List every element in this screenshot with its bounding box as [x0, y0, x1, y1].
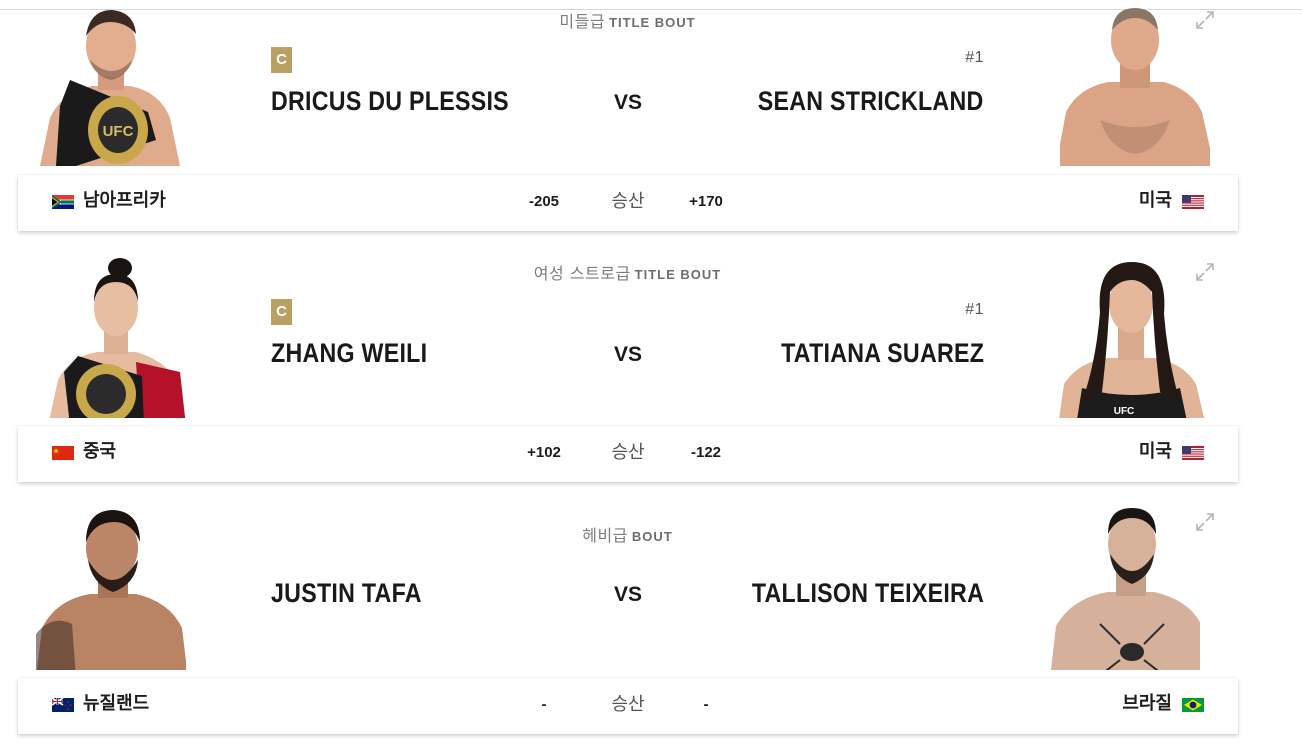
bout-type: BOUT: [631, 529, 673, 544]
odds-bar: 뉴질랜드 - 승산 - 브라질: [18, 678, 1238, 734]
red-odds: -205: [528, 193, 560, 210]
red-country: 남아프리카: [83, 190, 166, 211]
blue-country: 미국: [1138, 441, 1172, 462]
blue-corner-photo[interactable]: [1060, 0, 1210, 166]
blue-country: 미국: [1138, 190, 1172, 211]
bout-type: TITLE BOUT: [609, 15, 696, 30]
red-fighter-name[interactable]: DRICUS DU PLESSIS: [271, 86, 509, 117]
bout-type: TITLE BOUT: [634, 267, 722, 282]
blue-rank: #1: [965, 49, 984, 66]
win-label: 승산: [611, 442, 645, 463]
blue-odds: -122: [690, 444, 722, 461]
usa-flag-icon: [1182, 195, 1204, 209]
blue-fighter-name[interactable]: SEAN STRICKLAND: [758, 86, 984, 117]
red-fighter-name[interactable]: JUSTIN TAFA: [271, 578, 422, 609]
red-fighter-name[interactable]: ZHANG WEILI: [271, 338, 427, 369]
blue-fighter-name[interactable]: TALLISON TEIXEIRA: [752, 578, 984, 609]
win-label: 승산: [611, 694, 645, 715]
blue-fighter-name[interactable]: TATIANA SUAREZ: [781, 338, 984, 369]
weight-class: 미들급: [559, 12, 606, 31]
bout-card-1[interactable]: 미들급 TITLE BOUT UFC C #1 DRICUS DU PLESSIS…: [0, 0, 1302, 252]
red-corner-photo[interactable]: [36, 504, 186, 670]
weight-class: 여성 스트로급: [533, 264, 631, 283]
red-odds: -: [541, 696, 547, 713]
vs-label: VS: [613, 583, 642, 606]
south-africa-flag-icon: [52, 195, 74, 209]
odds-bar: 중국 +102 승산 -122 미국: [18, 426, 1238, 482]
blue-rank: #1: [965, 301, 984, 318]
new-zealand-flag-icon: [52, 698, 74, 712]
usa-flag-icon: [1182, 446, 1204, 460]
odds-bar: 남아프리카 -205 승산 +170 미국: [18, 175, 1238, 231]
svg-text:UFC: UFC: [103, 123, 134, 140]
weight-class: 헤비급: [582, 526, 628, 545]
bout-card-2[interactable]: 여성 스트로급 TITLE BOUT UFC C #1 ZHANG WEILI V: [0, 252, 1302, 504]
win-label: 승산: [611, 191, 645, 212]
red-country: 뉴질랜드: [83, 693, 150, 714]
china-flag-icon: [52, 446, 74, 460]
vs-label: VS: [613, 343, 642, 366]
blue-corner-photo[interactable]: [1050, 504, 1200, 670]
blue-corner-photo[interactable]: UFC: [1056, 252, 1206, 418]
red-corner-photo[interactable]: UFC: [36, 0, 186, 166]
red-corner-photo[interactable]: [40, 252, 190, 418]
blue-odds: -: [703, 696, 709, 713]
champion-badge: C: [271, 299, 292, 325]
champion-badge: C: [271, 47, 292, 73]
vs-label: VS: [613, 91, 642, 114]
svg-text:UFC: UFC: [1114, 406, 1135, 417]
red-country: 중국: [83, 441, 117, 462]
blue-odds: +170: [689, 193, 723, 210]
brazil-flag-icon: [1182, 698, 1204, 712]
blue-country: 브라질: [1122, 693, 1172, 714]
red-odds: +102: [527, 444, 561, 461]
bout-card-3[interactable]: 헤비급 BOUT JUSTIN TAFA VS TALLISON TEIXEIRA: [0, 504, 1302, 756]
